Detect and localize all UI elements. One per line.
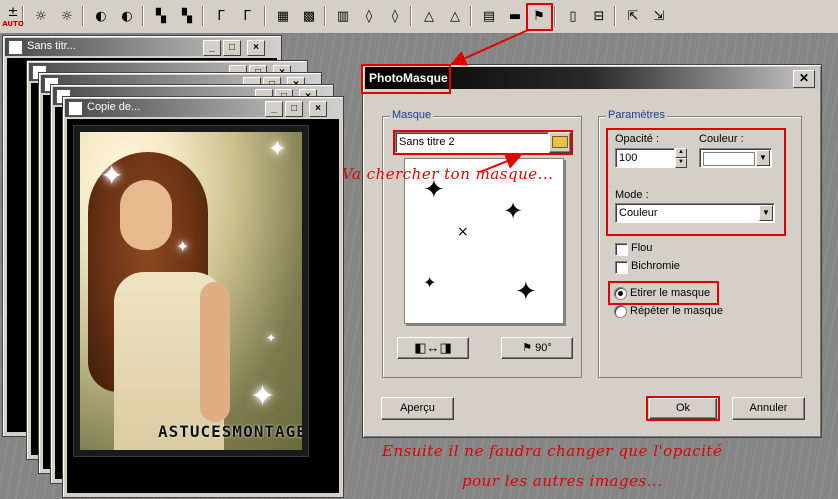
auto-glyph: ± bbox=[7, 4, 19, 20]
brightness-plus-icon[interactable]: ☼ bbox=[56, 4, 78, 28]
photo-image: ✦ ✦ ✦ ✦ ✦ ASTUCESMONTAGES bbox=[80, 132, 302, 450]
auto-fix-icon[interactable]: ± AUTO bbox=[2, 4, 24, 28]
annotation-note-2-line1: Ensuite il ne faudra changer que l'opaci… bbox=[382, 442, 723, 460]
close-icon[interactable]: × bbox=[247, 40, 265, 56]
star-icon: ✦ bbox=[515, 277, 537, 307]
gradient-icon[interactable]: ▤ bbox=[478, 4, 500, 28]
preview-button[interactable]: Aperçu bbox=[381, 397, 454, 420]
annotation-box-params bbox=[606, 128, 786, 236]
star-icon: ✦ bbox=[503, 197, 524, 225]
repeat-mask-label: Répéter le masque bbox=[630, 305, 723, 317]
toolbar-separator bbox=[82, 6, 84, 26]
toolbar-separator bbox=[324, 6, 326, 26]
drop-icon[interactable]: ◊ bbox=[358, 4, 380, 28]
toolbar-separator bbox=[410, 6, 412, 26]
close-icon[interactable]: × bbox=[309, 101, 327, 117]
gamma-plus-icon[interactable]: Γ bbox=[236, 4, 258, 28]
annotation-box-dialog-title bbox=[361, 64, 451, 94]
color-balance-icon[interactable]: ▚ bbox=[150, 4, 172, 28]
document-icon bbox=[8, 40, 23, 55]
toolbar: ± AUTO ☼ ☼ ◐ ◐ ▚ ▚ Γ Γ ▦ ▩ ▥ ◊ ◊ △ △ ▤ ▬ ⚑ ▯ ⊟ ⇱ ⇲ bbox=[0, 0, 838, 34]
gamma-icon[interactable]: Γ bbox=[210, 4, 232, 28]
color-balance-plus-icon[interactable]: ▚ bbox=[176, 4, 198, 28]
toolbar-separator bbox=[142, 6, 144, 26]
document-icon bbox=[68, 101, 83, 116]
annotation-note-1: Va chercher ton masque... bbox=[342, 165, 554, 183]
photo-arm bbox=[200, 282, 230, 422]
annotation-note-2-line2: pour les autres images... bbox=[462, 472, 663, 490]
params-group-label: Paramètres bbox=[606, 109, 667, 121]
annotation-box-ok bbox=[646, 396, 720, 421]
invert-mask-button[interactable]: ◧↔◨ bbox=[397, 337, 469, 359]
grid-icon[interactable]: ▦ bbox=[272, 4, 294, 28]
repeat-mask-radio[interactable] bbox=[614, 305, 627, 318]
doc-window-title: Sans titr... bbox=[27, 40, 76, 52]
bichromie-label: Bichromie bbox=[631, 260, 680, 272]
toolbar-separator bbox=[202, 6, 204, 26]
doc-window-titlebar[interactable]: Sans titr... _ □ × bbox=[5, 38, 279, 56]
sparkle-icon: ✦ bbox=[100, 160, 124, 191]
auto-label: AUTO bbox=[2, 19, 24, 28]
photo-face bbox=[120, 180, 172, 250]
cancel-button[interactable]: Annuler bbox=[732, 397, 805, 420]
toolbar-separator bbox=[614, 6, 616, 26]
doc-window-title: Copie de... bbox=[87, 101, 141, 113]
frame-icon[interactable]: ▯ bbox=[562, 4, 584, 28]
star-icon: ✦ bbox=[423, 273, 437, 292]
triangle-icon[interactable]: △ bbox=[418, 4, 440, 28]
sparkle-icon: ✦ bbox=[176, 239, 190, 256]
sparkle-icon: ✦ bbox=[250, 380, 276, 413]
hue-icon[interactable]: ◐ bbox=[90, 4, 112, 28]
minimize-icon[interactable]: _ bbox=[265, 101, 283, 117]
doc-window-5[interactable]: Copie de... _ □ × ✦ ✦ ✦ ✦ ✦ ASTUCESMONTA… bbox=[62, 96, 344, 498]
drop-outline-icon[interactable]: ◊ bbox=[384, 4, 406, 28]
toolbar-separator bbox=[264, 6, 266, 26]
minimize-icon[interactable]: _ bbox=[203, 40, 221, 56]
bichromie-checkbox[interactable] bbox=[615, 261, 628, 274]
star-icon: × bbox=[457, 224, 469, 240]
blue-gradient-icon[interactable]: ▬ bbox=[504, 4, 526, 28]
flou-checkbox[interactable] bbox=[615, 243, 628, 256]
photo-signature: ASTUCESMONTAGES bbox=[158, 422, 302, 441]
maximize-icon[interactable]: □ bbox=[223, 40, 241, 56]
texture-icon[interactable]: ▩ bbox=[298, 4, 320, 28]
annotation-box-stretch bbox=[608, 281, 719, 305]
sharpen-icon[interactable]: ▥ bbox=[332, 4, 354, 28]
split-icon[interactable]: ⊟ bbox=[588, 4, 610, 28]
sparkle-icon: ✦ bbox=[266, 331, 277, 345]
annotation-box-mask-file bbox=[393, 130, 573, 155]
triangle-outline-icon[interactable]: △ bbox=[444, 4, 466, 28]
sparkle-icon: ✦ bbox=[268, 136, 287, 161]
flou-label: Flou bbox=[631, 242, 653, 254]
toolbar-separator bbox=[470, 6, 472, 26]
import-icon[interactable]: ⇲ bbox=[648, 4, 670, 28]
toolbar-separator bbox=[554, 6, 556, 26]
rotate-mask-button[interactable]: ⚑ 90° bbox=[501, 337, 573, 359]
doc-canvas: ✦ ✦ ✦ ✦ ✦ ASTUCESMONTAGES bbox=[67, 119, 339, 493]
maximize-icon[interactable]: □ bbox=[285, 101, 303, 117]
close-icon[interactable]: ✕ bbox=[793, 70, 815, 88]
hue-plus-icon[interactable]: ◐ bbox=[116, 4, 138, 28]
export-icon[interactable]: ⇱ bbox=[622, 4, 644, 28]
annotation-box-photomasque-tool bbox=[526, 3, 553, 31]
doc-window-titlebar[interactable]: Copie de... _ □ × bbox=[65, 99, 341, 117]
masque-group-label: Masque bbox=[390, 109, 434, 121]
photo-frame: ✦ ✦ ✦ ✦ ✦ ASTUCESMONTAGES bbox=[73, 125, 309, 457]
brightness-icon[interactable]: ☼ bbox=[30, 4, 52, 28]
